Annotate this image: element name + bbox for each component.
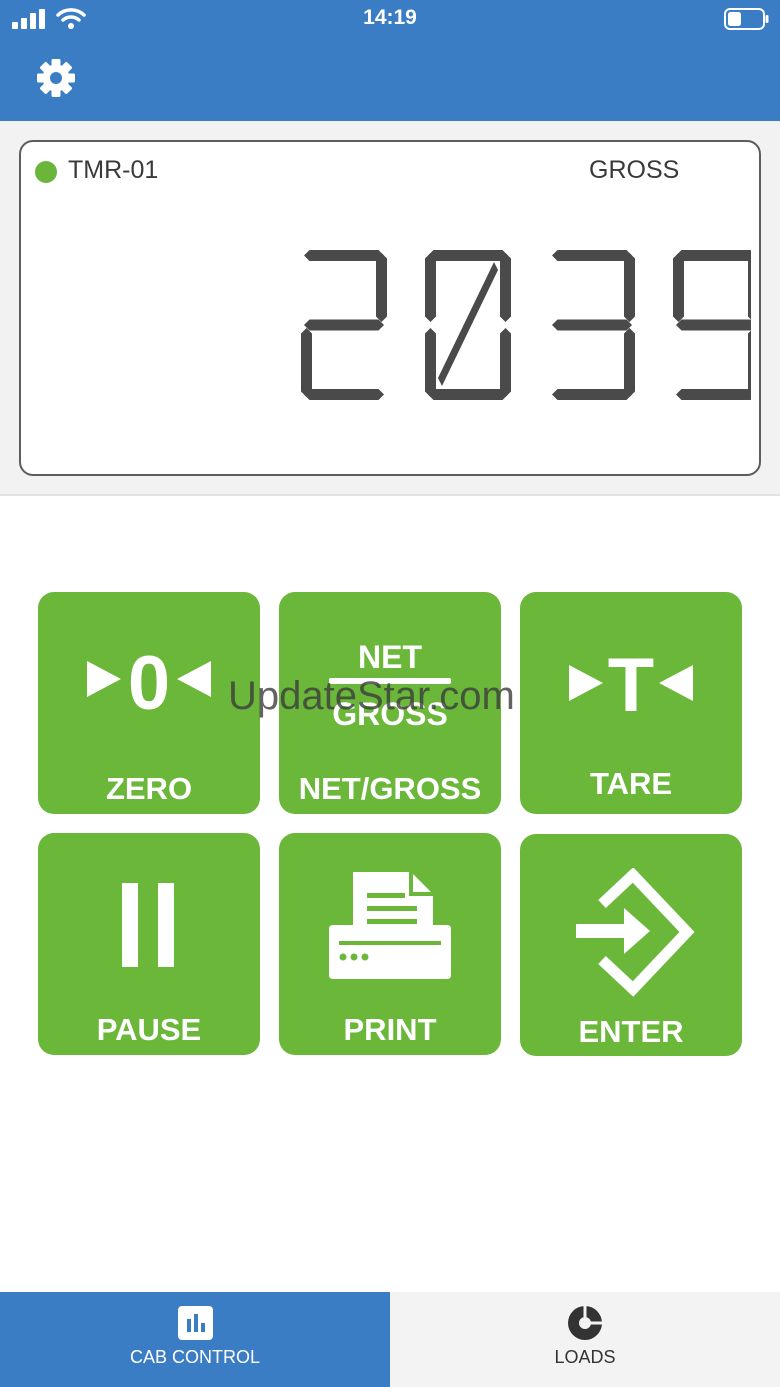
zero-label: ZERO bbox=[105, 771, 193, 806]
segment-digit bbox=[301, 250, 387, 400]
segment-digit bbox=[552, 250, 635, 400]
display-segment bbox=[676, 250, 751, 261]
display-segment bbox=[673, 253, 684, 322]
display-segment bbox=[552, 250, 632, 261]
tab-cab-control[interactable]: CAB CONTROL bbox=[0, 1292, 390, 1387]
zero-button[interactable]: 0 ZERO bbox=[38, 592, 260, 814]
display-segment bbox=[500, 253, 511, 322]
pause-button[interactable]: PAUSE bbox=[38, 833, 260, 1055]
device-name: TMR-01 bbox=[68, 156, 159, 184]
bar-chart-icon bbox=[178, 1306, 213, 1340]
tab-cab-control-label: CAB CONTROL bbox=[129, 1347, 261, 1367]
display-segment bbox=[301, 328, 312, 397]
battery-icon bbox=[724, 8, 769, 30]
display-segment bbox=[552, 389, 632, 400]
display-segment bbox=[624, 253, 635, 322]
display-segment bbox=[676, 319, 751, 331]
app-header: 14:19 bbox=[0, 0, 780, 121]
display-segment bbox=[425, 328, 436, 397]
pause-icon bbox=[122, 883, 174, 967]
zero-icon-digit: 0 bbox=[127, 641, 171, 726]
enter-button[interactable]: ENTER bbox=[520, 834, 742, 1056]
enter-icon bbox=[576, 868, 695, 997]
seven-segment-reading bbox=[301, 250, 751, 400]
status-time: 14:19 bbox=[363, 6, 417, 29]
display-segment bbox=[428, 250, 508, 261]
bottom-tab-bar: CAB CONTROL LOADS bbox=[0, 1292, 780, 1387]
display-segment bbox=[624, 328, 635, 397]
display-segment bbox=[676, 389, 751, 400]
display-segment bbox=[304, 389, 384, 400]
tab-loads[interactable]: LOADS bbox=[390, 1292, 780, 1387]
weight-display: TMR-01 GROSS 2039 bbox=[19, 140, 761, 476]
display-segment-slash bbox=[438, 262, 498, 386]
segment-digit bbox=[673, 250, 751, 400]
settings-gear-icon[interactable] bbox=[36, 58, 76, 98]
display-segment bbox=[748, 330, 751, 395]
print-button[interactable]: PRINT bbox=[279, 833, 501, 1055]
net-icon-text: NET bbox=[358, 639, 422, 675]
display-segment bbox=[552, 319, 632, 331]
segment-digit bbox=[425, 250, 511, 400]
display-segment bbox=[425, 253, 436, 322]
display-segment bbox=[428, 389, 508, 400]
tare-label: TARE bbox=[589, 766, 673, 801]
net-gross-label: NET/GROSS bbox=[298, 771, 482, 806]
connection-status-dot bbox=[35, 161, 57, 183]
watermark-text: UpdateStar.com bbox=[228, 674, 515, 718]
printer-icon bbox=[329, 872, 451, 979]
print-label: PRINT bbox=[343, 1012, 437, 1047]
display-segment bbox=[304, 319, 384, 331]
enter-label: ENTER bbox=[578, 1014, 684, 1049]
display-segment bbox=[376, 253, 387, 322]
weighing-mode: GROSS bbox=[589, 156, 680, 184]
display-segment bbox=[304, 250, 384, 261]
display-segment bbox=[500, 328, 511, 397]
tab-loads-label: LOADS bbox=[554, 1347, 616, 1367]
display-segment bbox=[748, 255, 751, 320]
pause-label: PAUSE bbox=[96, 1012, 202, 1047]
pie-chart-icon bbox=[568, 1305, 603, 1340]
